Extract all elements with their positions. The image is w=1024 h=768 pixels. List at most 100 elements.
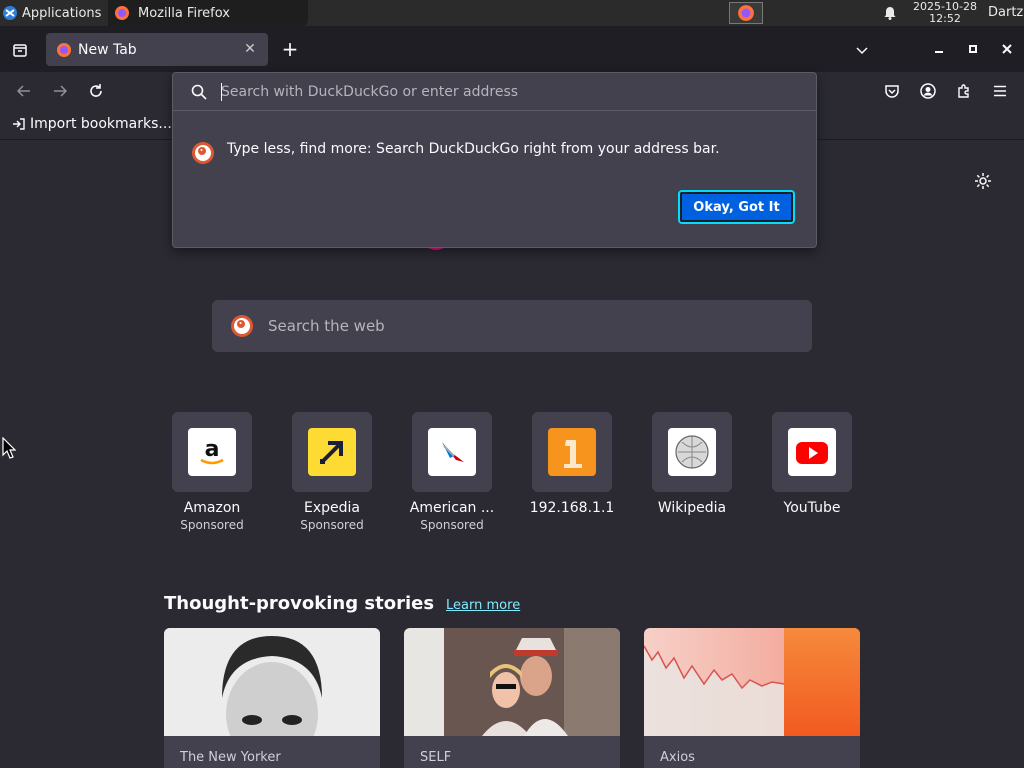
sponsored-label: Sponsored <box>180 518 244 532</box>
applications-label: Applications <box>22 5 102 21</box>
learn-more-link[interactable]: Learn more <box>446 598 520 613</box>
story-source: Axios <box>660 750 695 765</box>
forward-button[interactable] <box>50 81 70 101</box>
youtube-icon <box>788 428 836 476</box>
back-arrow-icon <box>16 85 30 97</box>
top-site-label: American ... <box>409 500 495 516</box>
stories-header: Thought-provoking stories Learn more <box>164 593 520 614</box>
tab-new-tab[interactable]: New Tab ✕ <box>46 33 268 66</box>
top-site-expedia[interactable]: Expedia Sponsored <box>292 412 372 532</box>
top-site-american-airlines[interactable]: American ... Sponsored <box>410 412 494 532</box>
tab-title: New Tab <box>78 41 137 58</box>
story-card[interactable]: The New Yorker <box>164 628 380 768</box>
american-airlines-icon <box>428 428 476 476</box>
top-site-box <box>292 412 372 492</box>
reload-icon <box>90 84 102 97</box>
new-tab-button[interactable]: + <box>279 37 301 61</box>
top-site-label: YouTube <box>783 500 841 516</box>
top-site-amazon[interactable]: a Amazon Sponsored <box>172 412 252 532</box>
minimize-button[interactable] <box>930 40 948 58</box>
url-input[interactable] <box>221 82 781 102</box>
reload-button[interactable] <box>86 81 106 101</box>
pocket-icon <box>885 85 899 98</box>
top-site-wikipedia[interactable]: Wikipedia <box>652 412 732 516</box>
top-site-label: Expedia <box>304 500 360 516</box>
top-site-label: 192.168.1.1 <box>529 500 615 516</box>
personalize-button[interactable] <box>974 172 992 190</box>
svg-text:a: a <box>205 437 220 462</box>
story-source: SELF <box>420 750 452 765</box>
number-one-icon <box>548 428 596 476</box>
import-bookmarks-button[interactable]: Import bookmarks... <box>12 116 172 132</box>
stories-heading: Thought-provoking stories <box>164 593 435 614</box>
amazon-icon: a <box>188 428 236 476</box>
clock-time: 12:52 <box>929 12 961 25</box>
back-button[interactable] <box>14 81 34 101</box>
maximize-icon <box>969 45 977 53</box>
urlbar-tip-text: Type less, find more: Search DuckDuckGo … <box>227 141 720 157</box>
firefox-view-button[interactable] <box>10 40 30 60</box>
top-site-box <box>412 412 492 492</box>
top-site-box: a <box>172 412 252 492</box>
story-image <box>164 628 380 766</box>
web-search-box[interactable]: Search the web <box>212 300 812 352</box>
pocket-button[interactable] <box>882 81 902 101</box>
tray-firefox-button[interactable] <box>729 2 763 24</box>
chevron-down-icon <box>856 47 868 55</box>
applications-menu[interactable]: Applications ⋮ <box>0 0 118 26</box>
top-site-youtube[interactable]: YouTube <box>772 412 852 516</box>
window-title: Mozilla Firefox <box>138 5 230 21</box>
expedia-icon <box>308 428 356 476</box>
firefox-view-icon <box>13 44 27 57</box>
close-icon <box>1002 44 1012 54</box>
list-all-tabs-button[interactable] <box>852 40 872 60</box>
tab-strip: New Tab ✕ + <box>0 26 1024 72</box>
top-site-box <box>772 412 852 492</box>
puzzle-icon <box>958 84 969 98</box>
firefox-icon <box>115 6 129 20</box>
top-site-box <box>532 412 612 492</box>
story-card[interactable]: SELF <box>404 628 620 768</box>
story-card[interactable]: Axios <box>644 628 860 768</box>
user-name[interactable]: Dartz <box>988 5 1023 20</box>
gear-icon <box>975 173 991 189</box>
firefox-icon <box>57 42 71 57</box>
xfce-logo-icon <box>3 6 17 20</box>
import-bookmarks-label: Import bookmarks... <box>30 116 172 132</box>
story-image <box>644 628 860 750</box>
story-image <box>404 628 620 736</box>
urlbar-dropdown: Type less, find more: Search DuckDuckGo … <box>172 72 817 248</box>
app-menu-button[interactable] <box>990 81 1010 101</box>
plus-icon: + <box>281 37 299 61</box>
sponsored-label: Sponsored <box>420 518 484 532</box>
clock[interactable]: 2025-10-28 12:52 <box>908 1 982 25</box>
import-icon <box>13 118 25 130</box>
close-window-button[interactable] <box>998 40 1016 58</box>
notification-bell-icon[interactable] <box>882 5 898 21</box>
extensions-button[interactable] <box>954 81 974 101</box>
desktop-taskbar: Applications ⋮ Mozilla Firefox 2025-10-2… <box>0 0 1024 26</box>
top-site-label: Amazon <box>183 500 241 516</box>
top-site-label: Wikipedia <box>657 500 727 516</box>
top-site-192-168-1-1[interactable]: 192.168.1.1 <box>530 412 614 516</box>
search-icon <box>191 84 207 100</box>
wikipedia-icon <box>668 428 716 476</box>
top-site-box <box>652 412 732 492</box>
account-icon <box>920 83 936 99</box>
firefox-icon <box>738 5 754 21</box>
hamburger-menu-icon <box>994 85 1006 97</box>
duckduckgo-icon <box>192 142 214 164</box>
okay-got-it-button[interactable]: Okay, Got It <box>678 190 795 224</box>
minimize-icon <box>935 51 943 53</box>
taskbar-window-button[interactable]: Mozilla Firefox <box>108 0 308 26</box>
story-source: The New Yorker <box>180 750 281 765</box>
web-search-placeholder: Search the web <box>268 317 385 335</box>
urlbar-row <box>173 73 816 111</box>
close-tab-icon[interactable]: ✕ <box>240 39 260 59</box>
maximize-button[interactable] <box>964 40 982 58</box>
text-caret <box>221 83 222 101</box>
duckduckgo-icon <box>231 315 253 337</box>
account-button[interactable] <box>918 81 938 101</box>
sponsored-label: Sponsored <box>300 518 364 532</box>
mouse-cursor-icon <box>2 437 16 459</box>
